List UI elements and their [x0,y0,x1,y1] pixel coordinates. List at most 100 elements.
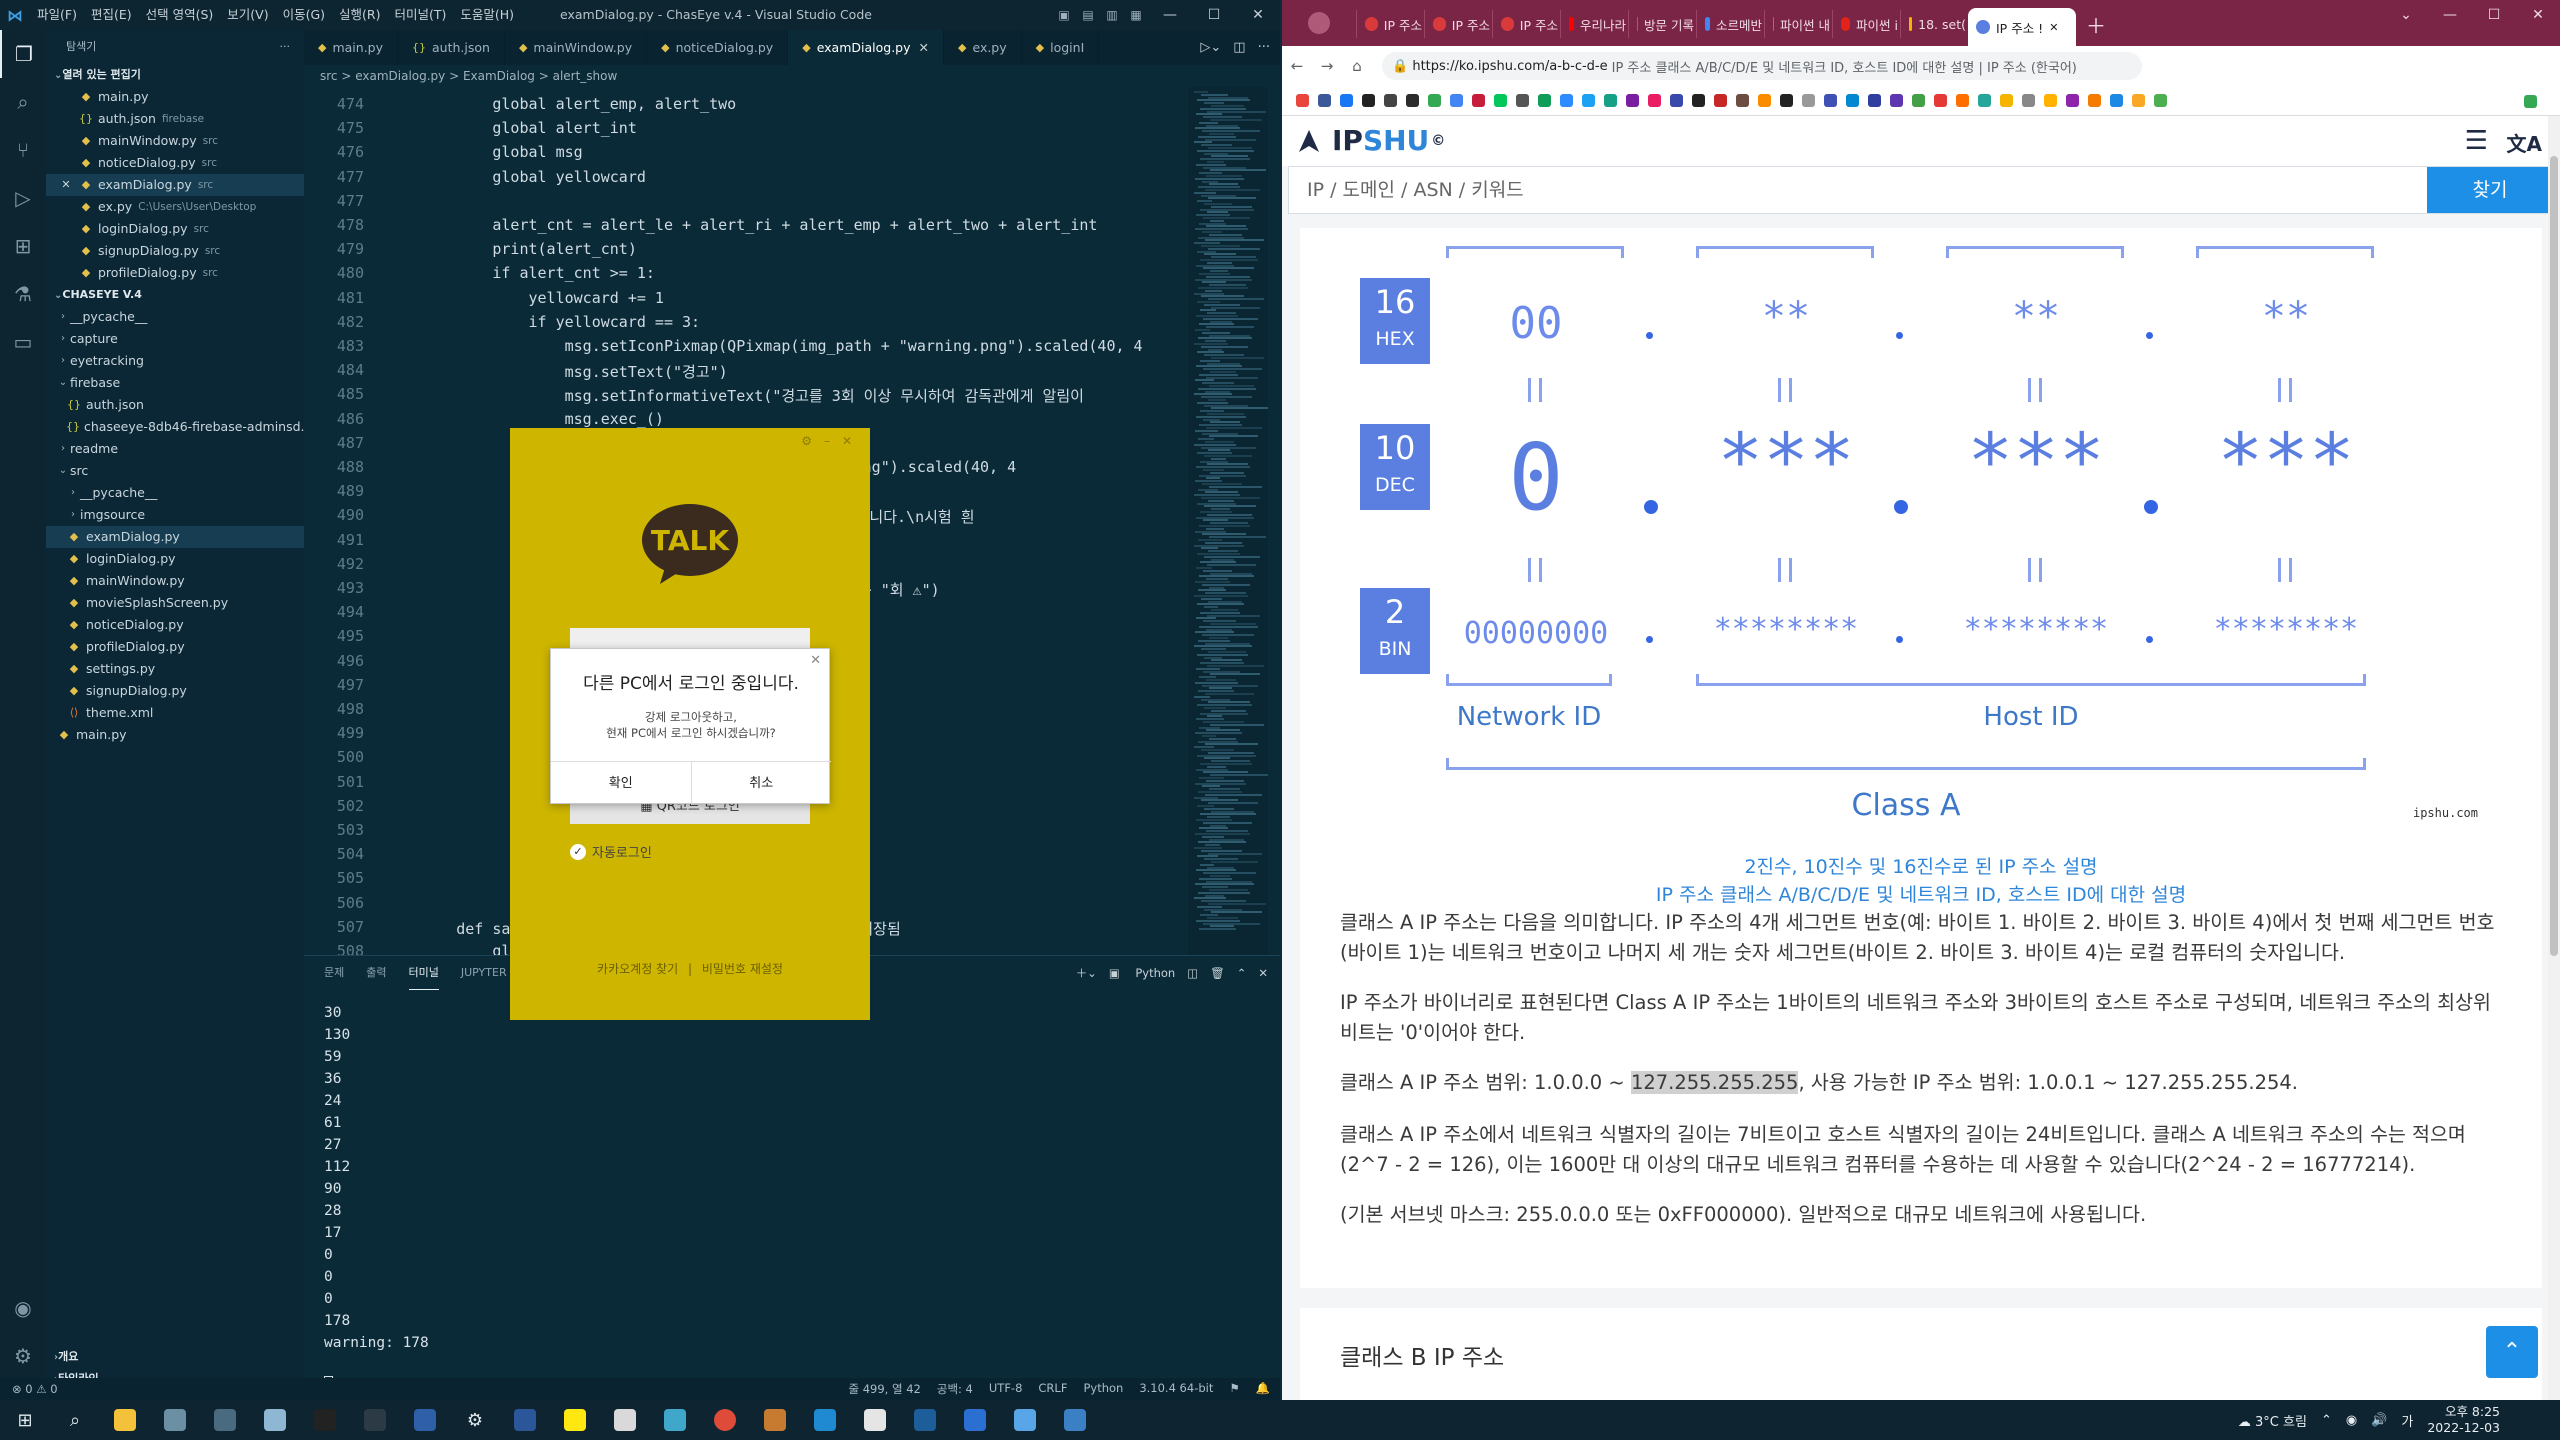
status-encoding[interactable]: UTF-8 [989,1381,1023,1397]
word-icon[interactable] [500,1400,550,1440]
bookmark-favicon-icon[interactable] [1296,94,1309,107]
forward-icon[interactable]: → [1312,57,1342,75]
app-icon-6[interactable] [900,1400,950,1440]
home-icon[interactable]: ⌂ [1342,57,1372,75]
bookmark-favicon-icon[interactable] [1318,94,1331,107]
new-terminal-icon[interactable]: ＋⌄ [1076,965,1097,981]
tab-output[interactable]: 출력 [366,956,386,990]
close-panel-icon[interactable]: ✕ [1258,966,1268,980]
open-editor-item[interactable]: ◆ main.py [46,86,304,108]
tree-file[interactable]: ◆ examDialog.py [46,526,304,548]
split-terminal-icon[interactable]: ◫ [1187,966,1198,980]
maximize-icon[interactable]: ☐ [1192,0,1236,30]
editor-tab[interactable]: ◆ loginI [1022,30,1100,65]
bookmark-favicon-icon[interactable] [1538,94,1551,107]
feedback-icon[interactable]: ⚑ [1229,1381,1239,1397]
bookmark-favicon-icon[interactable] [1406,94,1419,107]
profile-avatar[interactable] [1308,12,1330,34]
tree-file[interactable]: ◆ loginDialog.py [46,548,304,570]
tree-file[interactable]: ◆ settings.py [46,658,304,680]
minimize-icon[interactable]: — [1148,0,1192,30]
tree-file[interactable]: {} auth.json [46,394,304,416]
bookmark-favicon-icon[interactable] [1494,94,1507,107]
app-icon-5[interactable] [850,1400,900,1440]
lock-icon[interactable]: 🔒 [1392,59,1408,74]
toggle-panel-icon[interactable]: ▤ [1076,0,1100,30]
menu-file[interactable]: 파일(F) [30,0,84,30]
menu-go[interactable]: 이동(G) [276,0,332,30]
app-icon-9[interactable] [1050,1400,1100,1440]
browser-tab[interactable]: 18. set( [1900,10,1966,38]
tree-folder[interactable]: › __pycache__ [46,482,304,504]
notepad-icon[interactable] [250,1400,300,1440]
breadcrumb[interactable]: src > examDialog.py > ExamDialog > alert… [304,65,1280,87]
kakao-window-controls[interactable]: ⚙–✕ [801,434,864,448]
editor-tab[interactable]: ◆ main.py [304,30,399,65]
terminal-output[interactable]: 30 130 59 36 24 61 27 112 90 28 17 0 0 0 178 warning: 1… [324,1002,429,1394]
language-icon[interactable]: 文A [2507,128,2542,157]
maximize-panel-icon[interactable]: ⌃ [1237,966,1247,980]
browser-tab[interactable]: IP 주소 ! ✕ [1968,8,2076,46]
bookmark-favicon-icon[interactable] [1582,94,1595,107]
taskbar-settings-icon[interactable]: ⚙ [450,1400,500,1440]
open-editor-item[interactable]: ◆ ex.py C:\Users\User\Desktop [46,196,304,218]
bookmark-favicon-icon[interactable] [1780,94,1793,107]
tab-jupyter[interactable]: JUPYTER [461,956,507,990]
bookmark-favicon-icon[interactable] [1472,94,1485,107]
reset-password-link[interactable]: 비밀번호 재설정 [702,962,783,976]
bookmark-favicon-icon[interactable] [1846,94,1859,107]
editor-tab[interactable]: {} auth.json [398,30,505,65]
tree-file[interactable]: ⟨⟩ theme.xml [46,702,304,724]
bookmark-favicon-icon[interactable] [1516,94,1529,107]
browser-tab[interactable]: 파이썬 i [1832,10,1898,38]
ime-indicator[interactable]: 가 [2401,1411,2413,1430]
project-header[interactable]: ⌄CHASEYE V.4 [46,284,304,306]
bookmark-favicon-icon[interactable] [1890,94,1903,107]
run-debug-icon[interactable]: ▷ [0,174,46,222]
testing-icon[interactable]: ⚗ [0,270,46,318]
find-account-link[interactable]: 카카오계정 찾기 [597,962,678,976]
remote-explorer-icon[interactable]: ▭ [0,318,46,366]
caption-2[interactable]: IP 주소 클래스 A/B/C/D/E 및 네트워크 ID, 호스트 ID에 대… [1300,880,2542,907]
browser-tab[interactable]: 우리나라 [1560,10,1626,38]
open-editor-item[interactable]: ◆ noticeDialog.py src [46,152,304,174]
powershell-icon[interactable] [400,1400,450,1440]
file-explorer-icon[interactable] [100,1400,150,1440]
editor-tab[interactable]: ◆ noticeDialog.py [647,30,789,65]
account-icon[interactable]: ◉ [0,1284,46,1332]
more-actions-icon[interactable]: ··· [280,30,291,64]
status-line-col[interactable]: 줄 499, 열 42 [848,1381,920,1397]
app-icon-1[interactable] [150,1400,200,1440]
bookmark-favicon-icon[interactable] [1450,94,1463,107]
open-editor-item[interactable]: {} auth.json firebase [46,108,304,130]
status-indent[interactable]: 공백: 4 [937,1381,973,1397]
auto-login-checkbox[interactable]: ✓ 자동로그인 [570,842,652,861]
bookmark-favicon-icon[interactable] [2000,94,2013,107]
chrome-minimize-icon[interactable]: — [2428,0,2472,30]
bookmark-favicon-icon[interactable] [1758,94,1771,107]
toggle-sidebar-icon[interactable]: ▣ [1052,0,1076,30]
start-icon[interactable]: ⊞ [0,1400,50,1440]
open-editor-item[interactable]: ✕ ◆ examDialog.py src [46,174,304,196]
editor-tab[interactable]: ◆ examDialog.py ✕ [788,30,944,65]
tree-folder[interactable]: › imgsource [46,504,304,526]
bookmark-favicon-icon[interactable] [1714,94,1727,107]
ip-search-input[interactable] [1289,167,2427,213]
bookmark-favicon-icon[interactable] [1868,94,1881,107]
tree-file[interactable]: ◆ main.py [46,724,304,746]
chrome-maximize-icon[interactable]: ☐ [2472,0,2516,30]
dialog-close-icon[interactable]: ✕ [810,653,821,668]
tree-folder[interactable]: ⌄ firebase [46,372,304,394]
status-eol[interactable]: CRLF [1038,1381,1067,1397]
browser-tab[interactable]: 방문 기록 [1628,10,1694,38]
close-icon[interactable]: ✕ [1236,0,1280,30]
address-bar[interactable]: 🔒 https://ko.ipshu.com/a-b-c-d-e IP 주소 클… [1382,52,2142,80]
kakaotalk-taskbar-icon[interactable] [550,1400,600,1440]
bookmark-favicon-icon[interactable] [1978,94,1991,107]
customize-layout-icon[interactable]: ▦ [1124,0,1148,30]
menu-run[interactable]: 실행(R) [332,0,387,30]
bookmark-favicon-icon[interactable] [1956,94,1969,107]
app-icon-4[interactable] [750,1400,800,1440]
app-icon-8[interactable] [1000,1400,1050,1440]
status-problems[interactable]: ⊗ 0 ⚠ 0 [12,1382,58,1396]
